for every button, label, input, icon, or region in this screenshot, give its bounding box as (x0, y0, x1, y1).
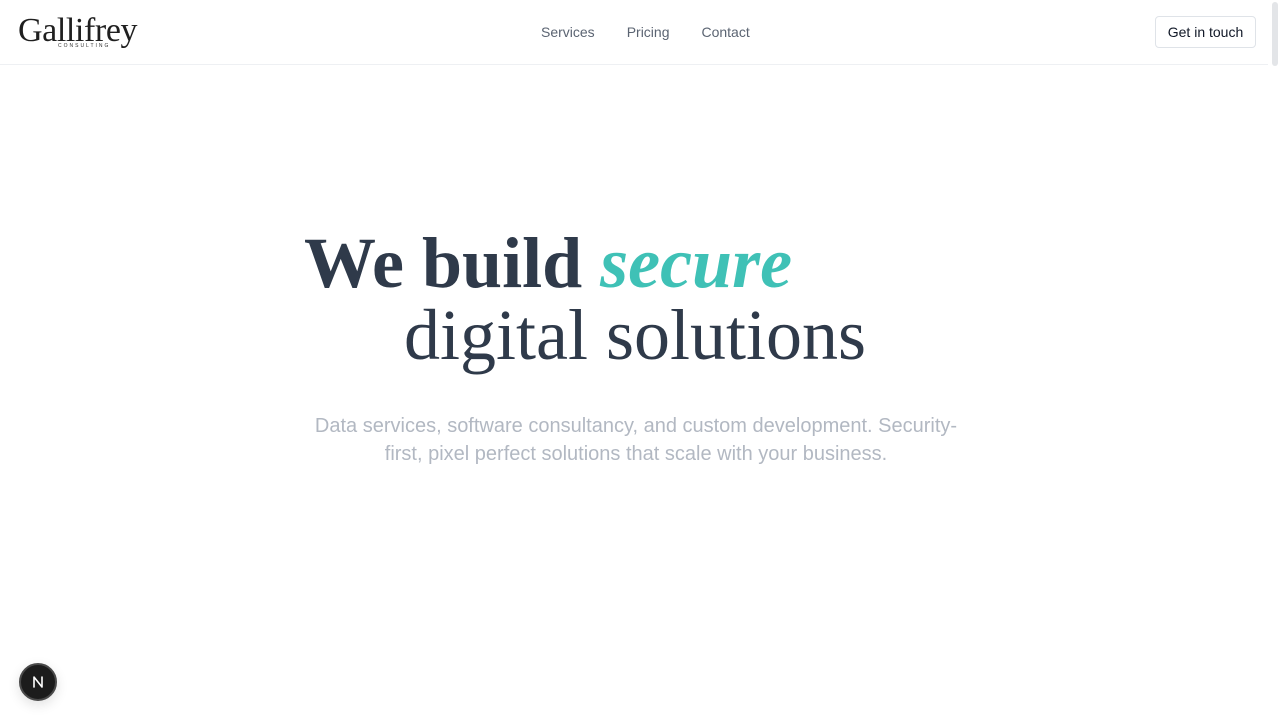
nav-item-pricing[interactable]: Pricing (627, 24, 670, 40)
logo[interactable]: Gallifrey CONSULTING (18, 12, 138, 52)
main-nav: Services Pricing Contact (541, 0, 750, 64)
nextjs-badge-button[interactable] (19, 663, 57, 701)
site-header: Gallifrey CONSULTING Services Pricing Co… (0, 0, 1268, 65)
page-scrollbar[interactable] (1268, 0, 1280, 720)
nav-item-contact[interactable]: Contact (701, 24, 749, 40)
hero-subtext: Data services, software consultancy, and… (314, 415, 958, 465)
scrollbar-thumb[interactable] (1272, 2, 1278, 66)
hero-section: We build secure digital solutions Data s… (0, 65, 1268, 720)
nav-item-services[interactable]: Services (541, 24, 595, 40)
headline-accent-word: secure (600, 223, 793, 303)
headline-text: We build (304, 223, 601, 303)
logo-subline: CONSULTING (58, 43, 111, 49)
hero-headline-line2: digital solutions (404, 295, 867, 375)
get-in-touch-button[interactable]: Get in touch (1155, 16, 1256, 48)
nextjs-n-icon (33, 676, 43, 688)
